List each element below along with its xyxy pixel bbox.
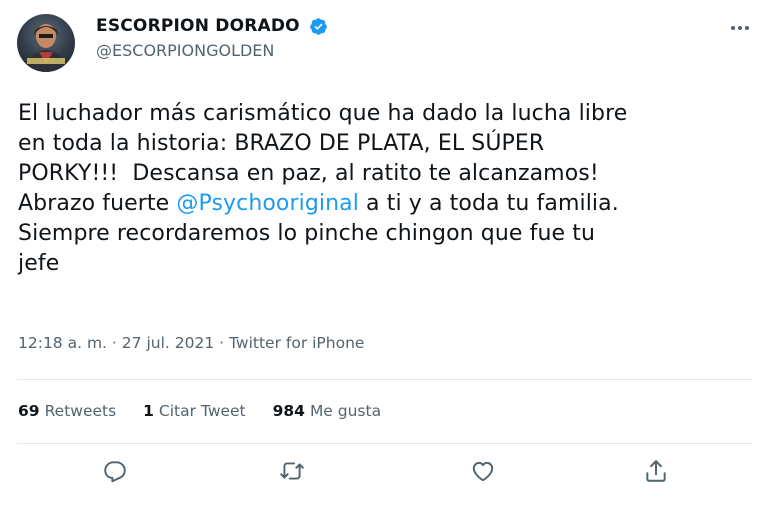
tweet-stats: 69 Retweets 1 Citar Tweet 984 Me gusta bbox=[18, 402, 403, 420]
likes-stat[interactable]: 984 Me gusta bbox=[273, 402, 382, 420]
divider bbox=[17, 379, 752, 380]
author-handle[interactable]: @ESCORPIONGOLDEN bbox=[96, 40, 328, 62]
mention-link[interactable]: @Psychooriginal bbox=[176, 191, 359, 216]
tweet-meta: 12:18 a. m. · 27 jul. 2021 · Twitter for… bbox=[18, 334, 364, 352]
divider bbox=[17, 443, 752, 444]
author-display-name[interactable]: ESCORPION DORADO bbox=[96, 15, 300, 37]
retweets-stat[interactable]: 69 Retweets bbox=[18, 402, 116, 420]
tweet-header: ESCORPION DORADO @ESCORPIONGOLDEN bbox=[17, 8, 752, 78]
author-names: ESCORPION DORADO @ESCORPIONGOLDEN bbox=[96, 15, 328, 62]
meta-separator: · bbox=[111, 334, 117, 352]
reply-icon[interactable] bbox=[102, 458, 128, 484]
tweet-source[interactable]: Twitter for iPhone bbox=[229, 334, 364, 352]
tweet-text: El luchador más carismático que ha dado … bbox=[18, 99, 753, 279]
share-icon[interactable] bbox=[643, 458, 669, 484]
retweets-label: Retweets bbox=[44, 402, 117, 420]
avatar-image bbox=[25, 24, 67, 72]
tweet-time[interactable]: 12:18 a. m. bbox=[18, 334, 107, 352]
quotes-label: Citar Tweet bbox=[158, 402, 246, 420]
more-options-icon[interactable] bbox=[728, 18, 752, 38]
likes-count: 984 bbox=[272, 402, 305, 420]
avatar[interactable] bbox=[17, 14, 75, 72]
quotes-stat[interactable]: 1 Citar Tweet bbox=[143, 402, 246, 420]
tweet-actions bbox=[0, 458, 768, 488]
quotes-count: 1 bbox=[143, 402, 154, 420]
tweet-card: ESCORPION DORADO @ESCORPIONGOLDEN El luc… bbox=[0, 0, 768, 512]
meta-separator: · bbox=[219, 334, 225, 352]
likes-label: Me gusta bbox=[309, 402, 382, 420]
tweet-date[interactable]: 27 jul. 2021 bbox=[122, 334, 214, 352]
verified-badge-icon bbox=[309, 17, 328, 36]
like-icon[interactable] bbox=[470, 458, 496, 484]
retweet-icon[interactable] bbox=[279, 458, 305, 484]
retweets-count: 69 bbox=[18, 402, 40, 420]
